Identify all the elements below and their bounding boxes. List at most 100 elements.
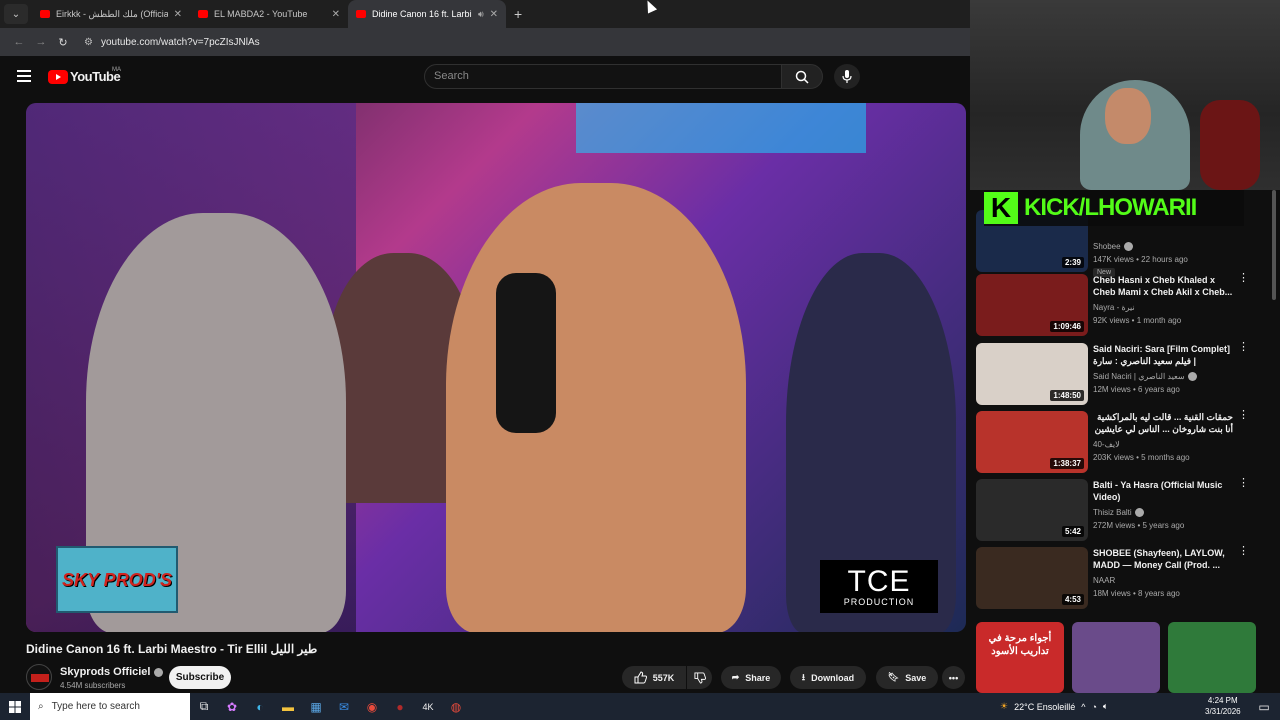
system-clock[interactable]: 4:24 PM 3/31/2026 [1205, 695, 1241, 717]
edge-icon[interactable]: ◐ [246, 693, 274, 720]
browser-tab-3[interactable]: Didine Canon 16 ft. Larbi M 🔊︎ ✕ [348, 0, 506, 28]
thumbs-down-icon [693, 671, 706, 684]
tab-close-icon[interactable]: ✕ [174, 9, 182, 20]
menu-icon[interactable] [17, 70, 31, 82]
short-thumbnail[interactable] [1072, 622, 1160, 693]
volume-icon[interactable]: 🔈︎ [1103, 701, 1108, 712]
url-field[interactable]: ⚙ youtube.com/watch?v=7pcZIsJNlAs [84, 37, 260, 48]
clock-date: 3/31/2026 [1205, 707, 1241, 716]
short-thumbnail[interactable] [1168, 622, 1256, 693]
save-label: Save [905, 672, 927, 683]
recommendation-item[interactable]: 1:38:37 حمقات القنية ... قالت ليه بالمرا… [976, 410, 1272, 473]
recommendation-item[interactable]: 4:53 SHOBEE (Shayfeen), LAYLOW, MADD — M… [976, 546, 1272, 609]
network-icon[interactable]: ◔ [1091, 702, 1096, 712]
studio-microphone [496, 273, 556, 433]
more-vertical-icon[interactable]: ⋮ [1238, 342, 1249, 353]
rec-channel[interactable]: Shobee [1093, 242, 1133, 251]
tray-chevron-icon[interactable]: ^ [1081, 702, 1085, 712]
store-icon[interactable]: ▦ [302, 693, 330, 720]
browser-tab-1[interactable]: Eirkkk - ملك الطظش (Official V ✕ [32, 0, 190, 28]
download-button[interactable]: ⭳ Download [790, 666, 866, 689]
app-4k-icon[interactable]: 4K [414, 693, 442, 720]
rec-channel[interactable]: 40-لايف [1093, 440, 1120, 449]
recommendation-item[interactable]: 5:42 Balti - Ya Hasra (Official Music Vi… [976, 478, 1272, 541]
browser-tab-2[interactable]: EL MABDA2 - YouTube ✕ [190, 0, 348, 28]
rec-meta: 18M views • 8 years ago [1093, 589, 1180, 598]
rec-channel[interactable]: Nayra - نيرة [1093, 303, 1135, 312]
neon-sign [576, 103, 866, 153]
rec-channel[interactable]: Thisiz Balti [1093, 508, 1144, 517]
video-thumbnail[interactable]: 1:48:50 [976, 343, 1088, 405]
rec-channel-name: Nayra - نيرة [1093, 303, 1135, 312]
obs-icon[interactable]: ● [386, 693, 414, 720]
windows-start-icon[interactable] [0, 693, 30, 720]
video-title: Didine Canon 16 ft. Larbi Maestro - Tir … [26, 642, 318, 656]
rec-title[interactable]: Cheb Hasni x Cheb Khaled x Cheb Mami x C… [1093, 274, 1233, 298]
subscribe-button[interactable]: Subscribe [169, 666, 231, 689]
like-button[interactable]: 557K [622, 666, 686, 689]
youtube-play-icon [48, 69, 68, 84]
address-bar: ← → ↻ ⚙ youtube.com/watch?v=7pcZIsJNlAs [0, 28, 970, 56]
duration-badge: 4:53 [1061, 594, 1084, 605]
youtube-logo[interactable]: YouTube MA [48, 67, 121, 84]
file-explorer-icon[interactable]: ▬ [274, 693, 302, 720]
tab-title: EL MABDA2 - YouTube [214, 9, 308, 19]
tab-title: Eirkkk - ملك الطظش (Official V [56, 8, 168, 19]
rec-channel-name: 40-لايف [1093, 440, 1120, 449]
video-player[interactable]: SKY PROD'S TCE PRODUCTION [26, 103, 966, 632]
windows-taskbar: ⌕ Type here to search ⧉ ✿ ◐ ▬ ▦ ✉ ◉ ● 4K… [0, 693, 1280, 720]
search-input[interactable]: Search [424, 64, 782, 89]
sidebar-scrollbar[interactable] [1272, 190, 1276, 300]
video-thumbnail[interactable]: 5:42 [976, 479, 1088, 541]
subscriber-count: 4.54M subscribers [60, 681, 126, 690]
share-button[interactable]: ➦ Share [721, 666, 781, 689]
more-actions-button[interactable]: ••• [942, 666, 965, 689]
shorts-row: أجواء مرحة في تداريب الأسود [976, 622, 1256, 693]
channel-avatar[interactable] [26, 664, 52, 690]
channel-name[interactable]: Skyprods Officiel [60, 666, 164, 678]
search-button[interactable] [781, 64, 823, 89]
weather-text[interactable]: 22°C Ensoleillé [1014, 702, 1075, 712]
rec-title[interactable]: حمقات القنية ... قالت ليه بالمراكشية أنا… [1093, 411, 1233, 435]
save-button[interactable]: 🔖︎ Save [876, 666, 938, 689]
browser-tab-bar: ⌄ Eirkkk - ملك الطظش (Official V ✕ EL MA… [0, 0, 970, 28]
outlook-icon[interactable]: ✉ [330, 693, 358, 720]
voice-search-button[interactable] [834, 64, 860, 89]
reload-icon[interactable]: ↻ [52, 36, 74, 49]
tab-close-icon[interactable]: ✕ [332, 9, 340, 20]
kick-banner: K KICK/LHOWARII [984, 190, 1244, 226]
clock-time: 4:24 PM [1207, 696, 1238, 705]
speaker-icon[interactable]: 🔊︎ [478, 9, 484, 20]
recommendation-item[interactable]: 1:48:50 Said Naciri: Sara [Film Complet]… [976, 342, 1272, 405]
new-tab-icon[interactable]: + [514, 6, 522, 22]
video-thumbnail[interactable]: 4:53 [976, 547, 1088, 609]
tab-search-button[interactable]: ⌄ [4, 4, 28, 24]
more-vertical-icon[interactable]: ⋮ [1238, 546, 1249, 557]
video-thumbnail[interactable]: 1:38:37 [976, 411, 1088, 473]
rec-title[interactable]: Balti - Ya Hasra (Official Music Video) [1093, 479, 1233, 503]
dislike-button[interactable] [687, 666, 712, 689]
task-view-icon[interactable]: ⧉ [190, 693, 218, 720]
recommendation-item[interactable]: 1:09:46 Cheb Hasni x Cheb Khaled x Cheb … [976, 273, 1272, 336]
copilot-icon[interactable]: ✿ [218, 693, 246, 720]
search-icon: ⌕ [38, 701, 44, 712]
video-thumbnail[interactable]: 1:09:46 [976, 274, 1088, 336]
site-info-icon[interactable]: ⚙ [84, 37, 93, 48]
more-vertical-icon[interactable]: ⋮ [1238, 273, 1249, 284]
rec-title[interactable]: SHOBEE (Shayfeen), LAYLOW, MADD — Money … [1093, 547, 1233, 571]
short-thumbnail[interactable]: أجواء مرحة في تداريب الأسود [976, 622, 1064, 693]
tab-close-icon[interactable]: ✕ [490, 9, 498, 20]
rec-title[interactable]: Said Naciri: Sara [Film Complet] فيلم سع… [1093, 343, 1233, 367]
taskbar-search[interactable]: ⌕ Type here to search [30, 693, 190, 720]
rec-channel[interactable]: NAAR [1093, 576, 1115, 585]
forward-icon[interactable]: → [30, 36, 52, 48]
weather-icon: ☀ [1000, 701, 1009, 711]
duration-badge: 1:48:50 [1050, 390, 1084, 401]
rec-channel[interactable]: Said Naciri | سعيد الناصري [1093, 372, 1197, 381]
back-icon[interactable]: ← [8, 36, 30, 48]
notification-icon[interactable]: ▭ [1250, 693, 1278, 720]
chrome-icon[interactable]: ◉ [358, 693, 386, 720]
more-vertical-icon[interactable]: ⋮ [1238, 410, 1249, 421]
app-icon[interactable]: ◍ [442, 693, 470, 720]
more-vertical-icon[interactable]: ⋮ [1238, 478, 1249, 489]
